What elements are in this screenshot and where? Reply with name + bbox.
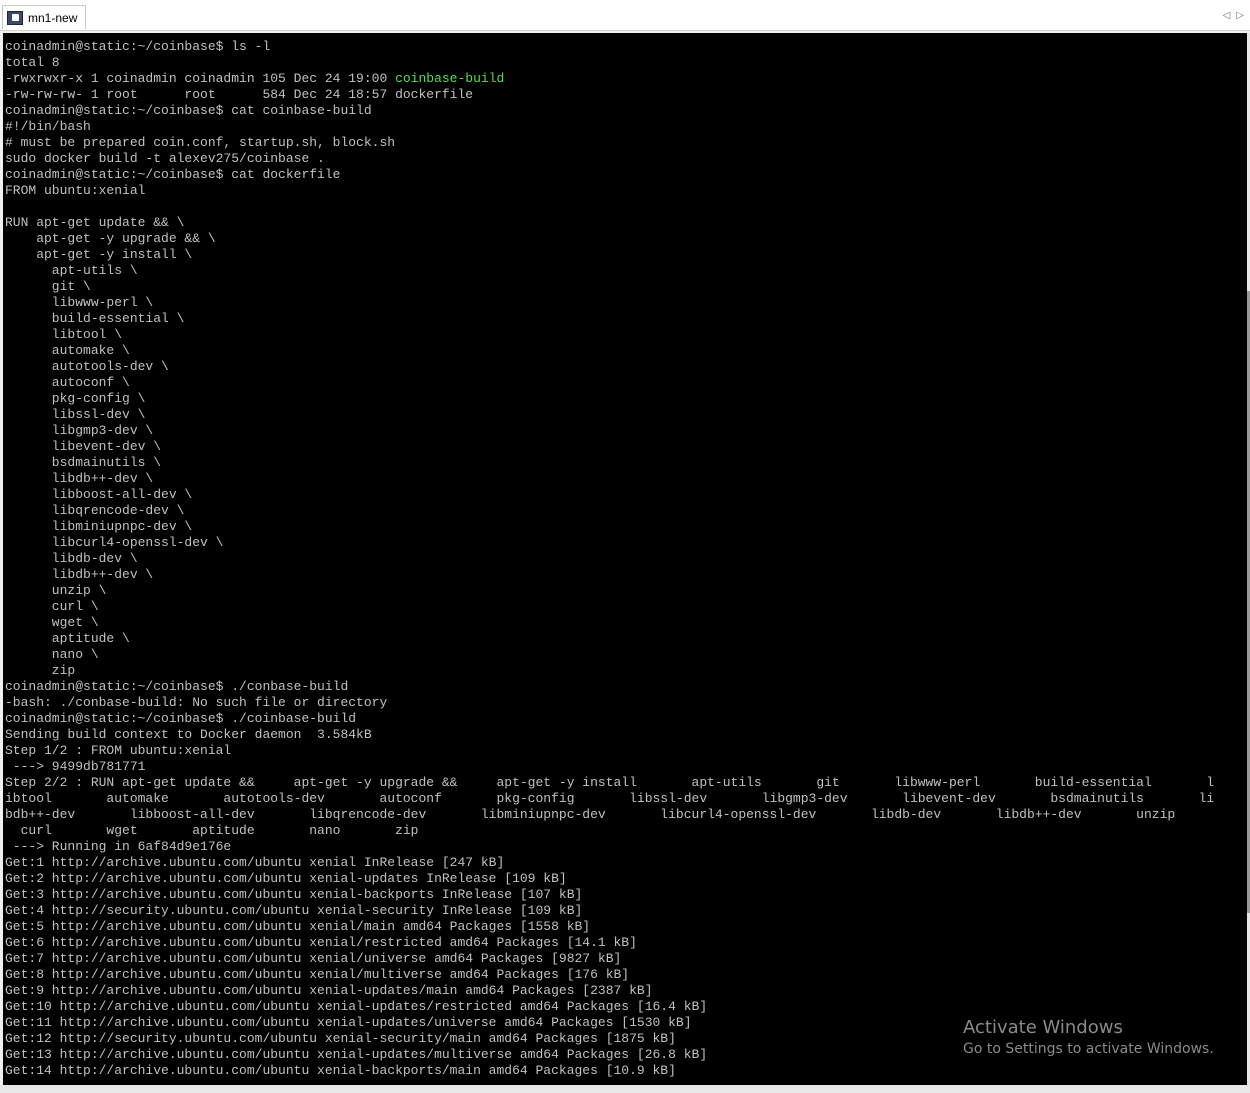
session-tab[interactable]: mn1-new: [2, 5, 86, 29]
terminal-line: libwww-perl \: [5, 295, 154, 310]
terminal-line: Get:6 http://archive.ubuntu.com/ubuntu x…: [5, 935, 637, 950]
terminal-line: coinadmin@static:~/coinbase$ ./conbase-b…: [5, 679, 349, 694]
terminal-line: ---> 9499db781771: [5, 759, 146, 774]
terminal-line: Step 1/2 : FROM ubuntu:xenial: [5, 743, 232, 758]
terminal-line: unzip \: [5, 583, 107, 598]
terminal-line: nano \: [5, 647, 99, 662]
terminal-line: libdb++-dev \: [5, 567, 154, 582]
title-bar: mn1-new ◁ ▷: [0, 0, 1250, 31]
putty-app-icon: [7, 10, 23, 25]
terminal-line: ibtool automake autotools-dev autoconf p…: [5, 791, 1215, 806]
terminal-line: libboost-all-dev \: [5, 487, 193, 502]
terminal-line: libqrencode-dev \: [5, 503, 185, 518]
terminal-line: autotools-dev \: [5, 359, 169, 374]
terminal-line: Get:5 http://archive.ubuntu.com/ubuntu x…: [5, 919, 591, 934]
terminal-line: libcurl4-openssl-dev \: [5, 535, 224, 550]
tab-scroll-arrows: ◁ ▷: [1223, 10, 1244, 21]
terminal-line: libdb-dev \: [5, 551, 138, 566]
terminal-line: wget \: [5, 615, 99, 630]
tab-scroll-right-icon[interactable]: ▷: [1236, 10, 1244, 21]
terminal-line: Step 2/2 : RUN apt-get update && apt-get…: [5, 775, 1215, 790]
watermark-title: Activate Windows: [963, 1017, 1123, 1038]
terminal-line: aptitude \: [5, 631, 130, 646]
terminal-line: -bash: ./conbase-build: No such file or …: [5, 695, 388, 710]
watermark-subtitle: Go to Settings to activate Windows.: [963, 1041, 1214, 1057]
terminal-line: build-essential \: [5, 311, 185, 326]
terminal-line: RUN apt-get update && \: [5, 215, 185, 230]
terminal-line: #!/bin/bash: [5, 119, 91, 134]
terminal-line: libssl-dev \: [5, 407, 146, 422]
terminal-line: libminiupnpc-dev \: [5, 519, 193, 534]
terminal-line: coinadmin@static:~/coinbase$ ./coinbase-…: [5, 711, 357, 726]
tab-scroll-left-icon[interactable]: ◁: [1223, 10, 1231, 21]
terminal-line: libgmp3-dev \: [5, 423, 154, 438]
terminal-line: Get:10 http://archive.ubuntu.com/ubuntu …: [5, 999, 708, 1014]
terminal-line: # must be prepared coin.conf, startup.sh…: [5, 135, 396, 150]
executable-filename: coinbase-build: [395, 71, 505, 86]
terminal-line: coinadmin@static:~/coinbase$ cat coinbas…: [5, 103, 372, 118]
terminal-line: Get:1 http://archive.ubuntu.com/ubuntu x…: [5, 855, 505, 870]
terminal-line: Get:12 http://security.ubuntu.com/ubuntu…: [5, 1031, 676, 1046]
terminal-output[interactable]: coinadmin@static:~/coinbase$ ls -l total …: [3, 33, 1247, 1085]
terminal-line: Get:14 http://archive.ubuntu.com/ubuntu …: [5, 1063, 676, 1078]
session-tab-label: mn1-new: [28, 10, 78, 25]
terminal-line: git \: [5, 279, 91, 294]
terminal-line: libevent-dev \: [5, 439, 162, 454]
terminal-line: zip: [5, 663, 76, 678]
terminal-line: Get:7 http://archive.ubuntu.com/ubuntu x…: [5, 951, 622, 966]
terminal-line: automake \: [5, 343, 130, 358]
terminal-line: bdb++-dev libboost-all-dev libqrencode-d…: [5, 807, 1176, 822]
terminal-line: -rw-rw-rw- 1 root root 584 Dec 24 18:57 …: [5, 87, 474, 102]
terminal-line: Get:11 http://archive.ubuntu.com/ubuntu …: [5, 1015, 692, 1030]
terminal-line: coinadmin@static:~/coinbase$ cat dockerf…: [5, 167, 341, 182]
terminal-line: apt-get -y upgrade && \: [5, 231, 216, 246]
terminal-line: bsdmainutils \: [5, 455, 162, 470]
terminal-line: FROM ubuntu:xenial: [5, 183, 146, 198]
window-bottom-border: [0, 1085, 1250, 1093]
terminal-line: Get:8 http://archive.ubuntu.com/ubuntu x…: [5, 967, 630, 982]
terminal-line: Get:13 http://archive.ubuntu.com/ubuntu …: [5, 1047, 708, 1062]
terminal-line: Get:2 http://archive.ubuntu.com/ubuntu x…: [5, 871, 567, 886]
terminal-line: libdb++-dev \: [5, 471, 154, 486]
terminal-line: total 8: [5, 55, 60, 70]
terminal-line: libtool \: [5, 327, 123, 342]
terminal-line: apt-utils \: [5, 263, 138, 278]
terminal-line: Get:9 http://archive.ubuntu.com/ubuntu x…: [5, 983, 653, 998]
terminal-line: Get:4 http://security.ubuntu.com/ubuntu …: [5, 903, 583, 918]
terminal-line: autoconf \: [5, 375, 130, 390]
terminal-line: curl wget aptitude nano zip: [5, 823, 419, 838]
terminal-line: -rwxrwxr-x 1 coinadmin coinadmin 105 Dec…: [5, 71, 505, 86]
activate-windows-watermark: Activate Windows Go to Settings to activ…: [963, 1017, 1214, 1059]
terminal-line: coinadmin@static:~/coinbase$ ls -l: [5, 39, 271, 54]
terminal-line: Sending build context to Docker daemon 3…: [5, 727, 372, 742]
terminal-line: sudo docker build -t alexev275/coinbase …: [5, 151, 325, 166]
terminal-line: ---> Running in 6af84d9e176e: [5, 839, 232, 854]
terminal-line: apt-get -y install \: [5, 247, 193, 262]
terminal-line: curl \: [5, 599, 99, 614]
terminal-line: Get:3 http://archive.ubuntu.com/ubuntu x…: [5, 887, 583, 902]
terminal-line: pkg-config \: [5, 391, 146, 406]
